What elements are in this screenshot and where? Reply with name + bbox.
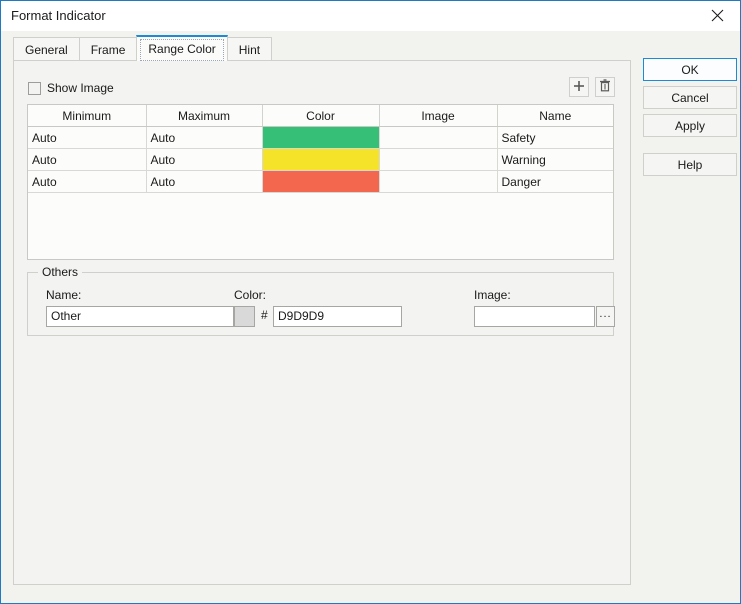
close-icon [711,9,724,22]
cell-minimum[interactable]: Auto [28,127,146,149]
cell-minimum[interactable]: Auto [28,149,146,171]
column-header-color[interactable]: Color [262,105,379,127]
color-swatch [263,149,379,170]
help-button-label: Help [678,158,703,172]
trash-icon [599,79,611,95]
show-image-checkbox[interactable]: Show Image [28,81,114,95]
tab-general[interactable]: General [13,37,80,61]
others-color-swatch[interactable] [234,306,255,327]
cell-name[interactable]: Safety [497,127,613,149]
range-color-table[interactable]: Minimum Maximum Color Image Name Auto Au… [27,104,614,260]
column-header-minimum[interactable]: Minimum [28,105,146,127]
cell-color[interactable] [262,127,379,149]
cell-image[interactable] [379,127,497,149]
help-button[interactable]: Help [643,153,737,176]
title-bar: Format Indicator [1,1,740,31]
cell-maximum[interactable]: Auto [146,149,262,171]
others-image-label: Image: [474,288,511,302]
table-row[interactable]: Auto Auto Warning [28,149,613,171]
table-row[interactable]: Auto Auto Safety [28,127,613,149]
others-color-input[interactable]: D9D9D9 [273,306,402,327]
plus-icon [573,80,585,95]
others-group-box: Others Name: Other Color: # D9D9D9 Image… [27,272,614,336]
window-title: Format Indicator [11,8,106,23]
range-color-panel: Show Image [13,60,631,585]
others-image-browse-button[interactable]: ... [596,306,615,327]
cell-image[interactable] [379,171,497,193]
apply-button[interactable]: Apply [643,114,737,137]
tab-label: Hint [239,43,260,57]
tab-hint[interactable]: Hint [227,37,272,61]
tab-label: General [25,43,68,57]
tab-strip: General Frame Range Color Hint [13,35,271,61]
ok-button[interactable]: OK [643,58,737,81]
format-indicator-dialog: Format Indicator General Frame Range Col… [0,0,741,604]
cell-color[interactable] [262,149,379,171]
add-range-button[interactable] [569,77,589,97]
apply-button-label: Apply [675,119,705,133]
color-swatch [263,171,379,192]
others-color-hash-label: # [261,308,268,322]
table-row[interactable]: Auto Auto Danger [28,171,613,193]
cancel-button-label: Cancel [671,91,708,105]
tab-range-color[interactable]: Range Color [136,35,227,61]
cell-name[interactable]: Warning [497,149,613,171]
show-image-label: Show Image [47,81,114,95]
column-header-maximum[interactable]: Maximum [146,105,262,127]
others-name-label: Name: [46,288,81,302]
tab-label: Frame [91,43,126,57]
column-header-name[interactable]: Name [497,105,613,127]
close-button[interactable] [694,1,740,30]
tab-frame[interactable]: Frame [79,37,138,61]
table-header-row: Minimum Maximum Color Image Name [28,105,613,127]
cell-maximum[interactable]: Auto [146,127,262,149]
tab-label: Range Color [148,42,215,56]
column-header-image[interactable]: Image [379,105,497,127]
checkbox-box[interactable] [28,82,41,95]
color-swatch [263,127,379,148]
cancel-button[interactable]: Cancel [643,86,737,109]
cell-minimum[interactable]: Auto [28,171,146,193]
cell-name[interactable]: Danger [497,171,613,193]
others-image-input[interactable] [474,306,595,327]
cell-color[interactable] [262,171,379,193]
ok-button-label: OK [681,63,698,77]
cell-image[interactable] [379,149,497,171]
others-color-label: Color: [234,288,266,302]
others-legend: Others [38,265,82,279]
delete-range-button[interactable] [595,77,615,97]
others-name-input[interactable]: Other [46,306,234,327]
cell-maximum[interactable]: Auto [146,171,262,193]
